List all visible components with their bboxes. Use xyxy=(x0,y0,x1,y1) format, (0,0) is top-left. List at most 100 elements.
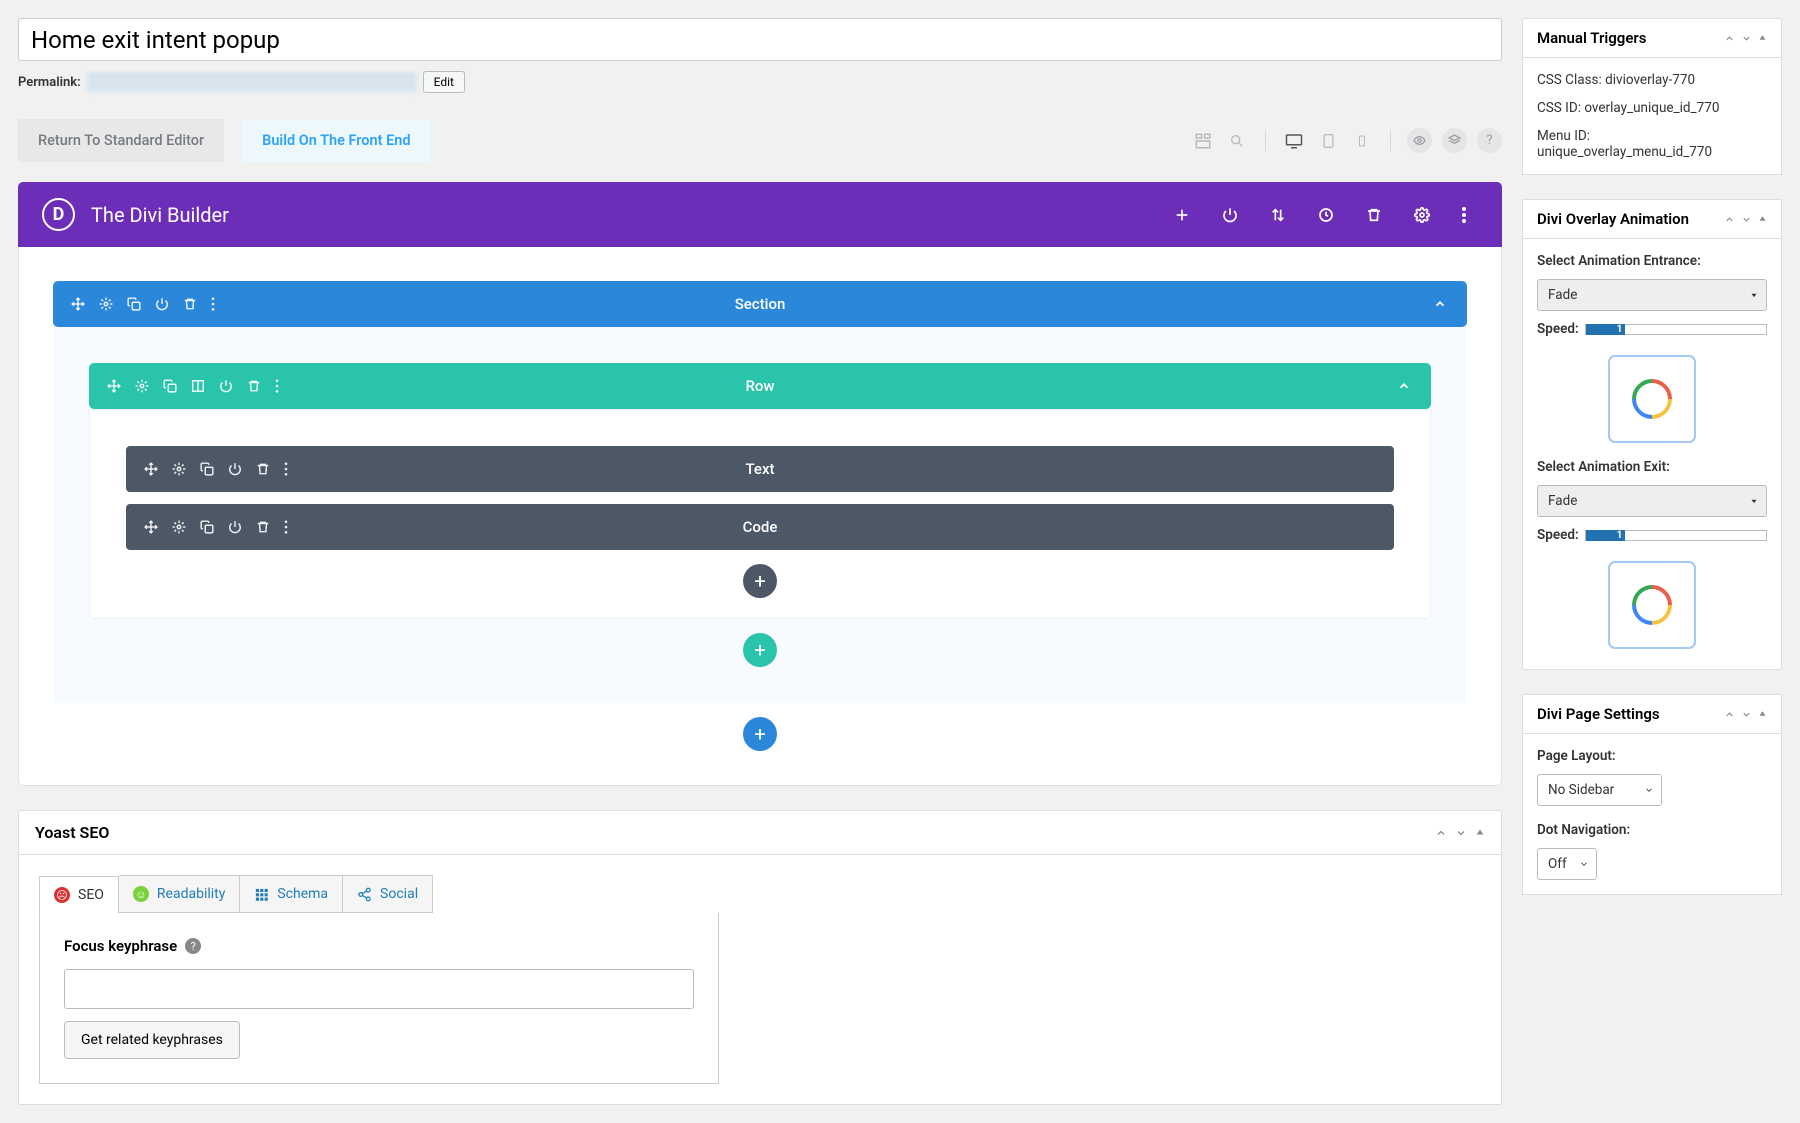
duplicate-icon[interactable] xyxy=(200,462,214,476)
layout-icon[interactable] xyxy=(1191,129,1215,153)
duplicate-icon[interactable] xyxy=(163,379,177,393)
exit-label: Select Animation Exit: xyxy=(1537,459,1767,475)
section-bar[interactable]: Section xyxy=(53,281,1467,327)
entrance-label: Select Animation Entrance: xyxy=(1537,253,1767,269)
chevron-up-icon[interactable] xyxy=(1435,827,1447,839)
move-icon[interactable] xyxy=(144,520,158,534)
toggle-panel-icon[interactable] xyxy=(1758,33,1767,44)
gear-icon[interactable] xyxy=(99,297,113,311)
post-title-input[interactable] xyxy=(18,18,1502,61)
select-value: Fade xyxy=(1548,493,1577,509)
toggle-panel-icon[interactable] xyxy=(1475,827,1485,839)
select-value: No Sidebar xyxy=(1548,782,1614,798)
add-section-button[interactable]: + xyxy=(743,717,777,751)
chevron-down-icon[interactable] xyxy=(1455,827,1467,839)
more-icon[interactable] xyxy=(284,462,298,476)
tablet-view-icon[interactable] xyxy=(1316,129,1340,153)
more-icon[interactable] xyxy=(275,379,289,393)
history-icon[interactable] xyxy=(1318,207,1334,223)
power-icon[interactable] xyxy=(155,297,169,311)
select-value: Fade xyxy=(1548,287,1577,303)
permalink-url-blurred xyxy=(87,72,417,92)
gear-icon[interactable] xyxy=(135,379,149,393)
power-icon[interactable] xyxy=(219,379,233,393)
tab-readability[interactable]: ☺ Readability xyxy=(119,875,240,913)
tab-label: Schema xyxy=(277,886,328,902)
entrance-speed-slider[interactable]: 1 xyxy=(1585,324,1767,335)
power-icon[interactable] xyxy=(228,520,242,534)
collapse-icon[interactable] xyxy=(1397,379,1411,393)
dot-navigation-select[interactable]: Off xyxy=(1537,848,1597,880)
trash-icon[interactable] xyxy=(256,462,270,476)
row-label: Row xyxy=(745,377,774,395)
permalink-label: Permalink: xyxy=(18,75,81,90)
collapse-icon[interactable] xyxy=(1433,297,1447,311)
help-icon[interactable]: ? xyxy=(185,938,201,954)
zoom-icon[interactable] xyxy=(1225,129,1249,153)
chevron-up-icon[interactable] xyxy=(1724,33,1735,44)
yoast-tabs: ☹ SEO ☺ Readability Schema Social xyxy=(39,875,1481,913)
move-icon[interactable] xyxy=(107,379,121,393)
columns-icon[interactable] xyxy=(191,379,205,393)
desktop-view-icon[interactable] xyxy=(1282,129,1306,153)
spinner-icon xyxy=(1624,371,1681,428)
css-id-line: CSS ID: overlay_unique_id_770 xyxy=(1537,100,1767,116)
tab-schema[interactable]: Schema xyxy=(240,875,343,913)
toggle-panel-icon[interactable] xyxy=(1758,709,1767,720)
chevron-up-icon[interactable] xyxy=(1724,709,1735,720)
delete-icon[interactable] xyxy=(1366,207,1382,223)
chevron-down-icon[interactable] xyxy=(1741,33,1752,44)
more-icon[interactable] xyxy=(1462,207,1478,223)
add-icon[interactable] xyxy=(1174,207,1190,223)
page-layout-select[interactable]: No Sidebar xyxy=(1537,774,1662,806)
duplicate-icon[interactable] xyxy=(200,520,214,534)
get-related-keyphrases-button[interactable]: Get related keyphrases xyxy=(64,1021,240,1059)
more-icon[interactable] xyxy=(284,520,298,534)
gear-icon[interactable] xyxy=(172,462,186,476)
yoast-title: Yoast SEO xyxy=(35,823,109,842)
exit-speed-slider[interactable]: 1 xyxy=(1585,530,1767,541)
builder-body: Section Row xyxy=(18,247,1502,786)
trash-icon[interactable] xyxy=(247,379,261,393)
mobile-view-icon[interactable] xyxy=(1350,129,1374,153)
settings-icon[interactable] xyxy=(1414,207,1430,223)
permalink-row: Permalink: Edit xyxy=(18,71,1502,93)
return-standard-editor-button[interactable]: Return To Standard Editor xyxy=(18,119,224,162)
toggle-panel-icon[interactable] xyxy=(1758,214,1767,225)
duplicate-icon[interactable] xyxy=(127,297,141,311)
gear-icon[interactable] xyxy=(172,520,186,534)
speed-label: Speed: xyxy=(1537,527,1579,543)
module-text-bar[interactable]: Text xyxy=(126,446,1394,492)
slider-value: 1 xyxy=(1617,530,1623,541)
add-module-button[interactable]: + xyxy=(743,564,777,598)
module-code-bar[interactable]: Code xyxy=(126,504,1394,550)
chevron-up-icon[interactable] xyxy=(1724,214,1735,225)
preview-icon[interactable] xyxy=(1407,128,1432,153)
add-row-button[interactable]: + xyxy=(743,633,777,667)
chevron-down-icon[interactable] xyxy=(1741,214,1752,225)
entrance-animation-preview xyxy=(1608,355,1696,443)
module-label: Code xyxy=(743,518,778,536)
power-icon[interactable] xyxy=(228,462,242,476)
row-bar[interactable]: Row xyxy=(89,363,1431,409)
help-icon[interactable]: ? xyxy=(1477,128,1502,153)
focus-keyphrase-input[interactable] xyxy=(64,969,694,1009)
trash-icon[interactable] xyxy=(183,297,197,311)
page-layout-label: Page Layout: xyxy=(1537,748,1767,764)
tab-seo[interactable]: ☹ SEO xyxy=(39,876,119,914)
layers-icon[interactable] xyxy=(1442,128,1467,153)
move-icon[interactable] xyxy=(144,462,158,476)
sort-icon[interactable] xyxy=(1270,207,1286,223)
exit-select[interactable]: Fade xyxy=(1537,485,1767,517)
edit-permalink-button[interactable]: Edit xyxy=(423,71,465,93)
tab-social[interactable]: Social xyxy=(343,875,433,913)
entrance-select[interactable]: Fade xyxy=(1537,279,1767,311)
tab-label: Readability xyxy=(157,886,225,902)
trash-icon[interactable] xyxy=(256,520,270,534)
divider xyxy=(1265,131,1266,151)
power-icon[interactable] xyxy=(1222,207,1238,223)
chevron-down-icon[interactable] xyxy=(1741,709,1752,720)
more-icon[interactable] xyxy=(211,297,225,311)
move-icon[interactable] xyxy=(71,297,85,311)
build-front-end-button[interactable]: Build On The Front End xyxy=(242,119,430,162)
